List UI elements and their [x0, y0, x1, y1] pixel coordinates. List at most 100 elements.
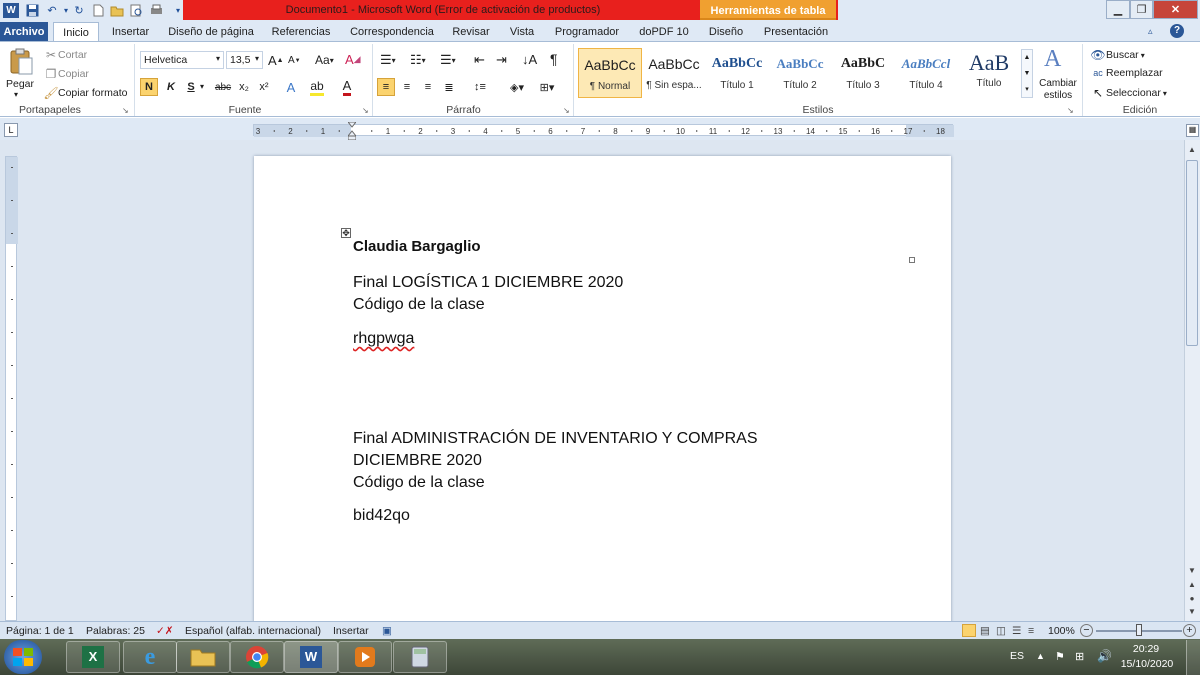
paste-button[interactable]: Pegar — [6, 78, 34, 90]
paragraph-launcher-icon[interactable]: ↘ — [563, 106, 570, 115]
minimize-ribbon-icon[interactable]: ▵ — [1148, 26, 1153, 37]
zoom-level[interactable]: 100% — [1048, 625, 1075, 637]
cut-button[interactable]: ✂ Cortar — [44, 48, 87, 62]
zoom-in-icon[interactable]: + — [1183, 624, 1196, 637]
draft-view-icon[interactable]: ≡ — [1028, 625, 1034, 637]
close-button[interactable]: ✕ — [1153, 0, 1198, 19]
quick-print-icon[interactable] — [148, 3, 164, 18]
minimize-button[interactable]: ▁ — [1106, 0, 1130, 19]
underline-button[interactable]: S — [182, 78, 200, 96]
tab-archivo[interactable]: Archivo — [0, 22, 48, 42]
style-heading-3[interactable]: AaBbC Título 3 — [831, 48, 895, 98]
table-resize-handle-icon[interactable] — [909, 257, 915, 263]
find-button[interactable]: 👁 Buscar ▾ — [1090, 48, 1144, 62]
proofing-icon[interactable]: ✓✗ — [156, 625, 174, 637]
tab-selector-icon[interactable]: L — [4, 123, 18, 137]
tab-insertar[interactable]: Insertar — [104, 22, 157, 42]
style-normal[interactable]: AaBbCc ¶ Normal — [578, 48, 642, 98]
vertical-ruler[interactable] — [5, 156, 18, 621]
tab-inicio[interactable]: Inicio — [53, 22, 99, 42]
copy-button[interactable]: ❐ Copiar — [44, 67, 89, 81]
scroll-down-icon[interactable]: ▼ — [1186, 566, 1198, 578]
tab-diseno-pagina[interactable]: Diseño de página — [162, 22, 260, 42]
language-indicator[interactable]: Español (alfab. internacional) — [185, 625, 321, 637]
grow-font-icon[interactable]: A ▲ — [268, 53, 284, 68]
macro-record-icon[interactable]: ▣ — [382, 625, 392, 637]
block2-title-line2[interactable]: DICIEMBRE 2020 — [353, 452, 482, 470]
font-launcher-icon[interactable]: ↘ — [362, 106, 369, 115]
block1-code-label[interactable]: Código de la clase — [353, 296, 485, 314]
redo-icon[interactable]: ↻ — [71, 3, 87, 18]
previous-page-icon[interactable]: ▲ — [1186, 580, 1198, 592]
save-icon[interactable] — [24, 3, 40, 18]
help-icon[interactable]: ? — [1170, 24, 1184, 38]
tab-presentacion[interactable]: Presentación — [758, 22, 834, 42]
media-player-taskbar-icon[interactable] — [338, 641, 392, 673]
insert-mode[interactable]: Insertar — [333, 625, 369, 637]
indent-marker-icon[interactable] — [346, 121, 358, 141]
word-count[interactable]: Palabras: 25 — [86, 625, 145, 637]
font-size-combo[interactable]: 13,5 ▾ — [226, 51, 263, 69]
underline-dropdown-icon[interactable]: ▾ — [200, 82, 204, 91]
styles-launcher-icon[interactable]: ↘ — [1067, 106, 1074, 115]
scroll-up-icon[interactable]: ▲ — [1186, 145, 1198, 157]
chrome-taskbar-icon[interactable] — [230, 641, 284, 673]
style-title[interactable]: AaB Título — [957, 48, 1021, 98]
word-taskbar-icon[interactable]: W — [284, 641, 338, 673]
style-heading-2[interactable]: AaBbCc Título 2 — [768, 48, 832, 98]
outline-view-icon[interactable]: ☰ — [1012, 625, 1021, 637]
scrollbar-thumb[interactable] — [1186, 160, 1198, 346]
align-left-icon[interactable]: ≡ — [377, 78, 395, 96]
tab-revisar[interactable]: Revisar — [446, 22, 496, 42]
italic-button[interactable]: K — [162, 78, 180, 96]
new-document-icon[interactable] — [90, 3, 106, 18]
bold-button[interactable]: N — [140, 78, 158, 96]
tab-programador[interactable]: Programador — [548, 22, 626, 42]
format-painter-button[interactable]: 🖌 Copiar formato — [43, 86, 127, 100]
view-ruler-icon[interactable]: ▦ — [1186, 124, 1199, 137]
internet-explorer-taskbar-icon[interactable]: e — [123, 641, 177, 673]
restore-button[interactable]: ❐ — [1130, 0, 1153, 19]
block1-title[interactable]: Final LOGÍSTICA 1 DICIEMBRE 2020 — [353, 274, 623, 292]
subscript-button[interactable]: x₂ — [235, 78, 253, 96]
volume-icon[interactable]: 🔊 — [1097, 649, 1112, 663]
table-move-handle-icon[interactable]: ✥ — [341, 228, 351, 238]
style-heading-1[interactable]: AaBbCc Título 1 — [705, 48, 769, 98]
word-logo-icon[interactable]: W — [3, 3, 19, 18]
paste-icon[interactable] — [8, 48, 34, 79]
styles-scroll[interactable]: ▲ ▼ ▾ — [1021, 49, 1033, 98]
block1-class-code[interactable]: rhgpwga — [353, 330, 414, 348]
calculator-taskbar-icon[interactable] — [393, 641, 447, 673]
clock-time[interactable]: 20:29 — [1122, 643, 1170, 655]
align-center-icon[interactable]: ≡ — [398, 78, 416, 96]
decrease-indent-icon[interactable]: ⇤ — [474, 52, 485, 68]
chevron-up-icon[interactable]: ▲ — [1022, 50, 1032, 66]
zoom-out-icon[interactable]: − — [1080, 624, 1093, 637]
increase-indent-icon[interactable]: ⇥ — [496, 52, 507, 68]
strikethrough-button[interactable]: abc — [212, 78, 234, 96]
browse-object-icon[interactable]: ● — [1186, 594, 1198, 606]
tab-vista[interactable]: Vista — [502, 22, 542, 42]
clear-format-icon[interactable]: A ◢ — [345, 52, 361, 67]
network-icon[interactable]: ⊞ — [1075, 650, 1084, 663]
open-folder-icon[interactable] — [109, 3, 125, 18]
block2-code-label[interactable]: Código de la clase — [353, 474, 485, 492]
font-name-combo[interactable]: Helvetica ▾ — [140, 51, 224, 69]
align-right-icon[interactable]: ≡ — [419, 78, 437, 96]
document-page[interactable] — [254, 156, 951, 626]
change-styles-icon[interactable]: A — [1044, 46, 1061, 73]
block2-title-line1[interactable]: Final ADMINISTRACIÓN DE INVENTARIO Y COM… — [353, 430, 758, 448]
shrink-font-icon[interactable]: A ▼ — [288, 55, 301, 66]
page-count[interactable]: Página: 1 de 1 — [6, 625, 74, 637]
clipboard-launcher-icon[interactable]: ↘ — [122, 106, 129, 115]
action-center-icon[interactable]: ⚑ — [1055, 650, 1065, 663]
bullets-icon[interactable]: ☰ ▾ — [380, 52, 396, 68]
web-layout-icon[interactable]: ◫ — [996, 625, 1006, 637]
replace-button[interactable]: ac Reemplazar — [1090, 67, 1162, 79]
clock-date[interactable]: 15/10/2020 — [1119, 658, 1175, 670]
justify-icon[interactable]: ≣ — [440, 78, 458, 96]
tab-referencias[interactable]: Referencias — [266, 22, 336, 42]
shading-icon[interactable]: ◈▾ — [505, 78, 529, 96]
borders-icon[interactable]: ⊞▾ — [535, 78, 559, 96]
show-marks-icon[interactable]: ¶ — [550, 51, 558, 67]
